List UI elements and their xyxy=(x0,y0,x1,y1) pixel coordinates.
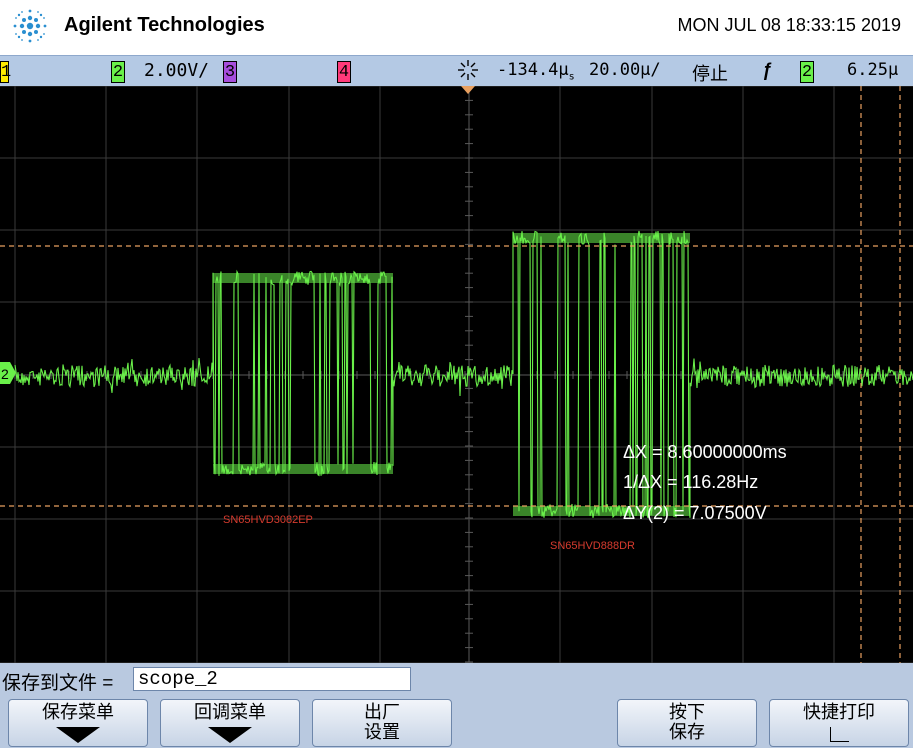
trigger-sun-icon xyxy=(456,59,480,86)
save-to-file-label: 保存到文件 = xyxy=(2,673,114,694)
timebase[interactable]: 20.00µ/ xyxy=(589,60,661,80)
channel-2-badge: 2 xyxy=(111,61,125,83)
channel-3-badge: 3 xyxy=(223,61,237,83)
brand-name: Agilent Technologies xyxy=(64,14,265,36)
filename-field[interactable]: scope_2 xyxy=(133,667,411,691)
delta-x-readout: ΔX = 8.60000000ms xyxy=(623,442,787,462)
burst-envelope xyxy=(213,273,393,283)
channel-2-trace xyxy=(14,230,913,519)
channel-4-badge: 4 xyxy=(337,61,351,83)
falling-edge-icon: ƒ xyxy=(762,60,773,80)
horizontal-delay[interactable]: -134.4µs xyxy=(497,60,575,82)
recall-menu-label: 回调菜单 xyxy=(194,702,266,722)
svg-text:2: 2 xyxy=(1,366,9,382)
save-menu-label: 保存菜单 xyxy=(42,702,114,722)
channel-2-scale[interactable]: 2.00V/ xyxy=(144,60,209,81)
press-to-save-label-line1: 按下 xyxy=(669,702,705,722)
channel-2-waveform xyxy=(14,230,913,519)
softkey-panel: 保存到文件 = scope_2 保存菜单 回调菜单 出厂 设置 按下 保存 快捷… xyxy=(0,663,913,748)
recall-menu-button[interactable]: 回调菜单 xyxy=(160,699,300,747)
run-state: 停止 xyxy=(692,64,728,84)
submenu-arrow-icon xyxy=(56,727,100,743)
annotation-label-1: SN65HVD3082EP xyxy=(223,514,313,526)
trigger-source-badge: 2 xyxy=(800,61,814,83)
channel-1-badge: 1 xyxy=(0,61,12,83)
trigger-source-indicator[interactable]: 2 xyxy=(800,60,814,83)
channel-2-indicator[interactable]: 2 xyxy=(111,60,125,83)
agilent-spark-icon xyxy=(13,9,47,43)
trigger-position-marker xyxy=(461,86,475,94)
burst-envelope xyxy=(213,464,393,474)
quick-print-button[interactable]: 快捷打印 xyxy=(769,699,909,747)
press-to-save-label-line2: 保存 xyxy=(669,722,705,742)
channel-status-bar: 1 2 2.00V/ 3 4 -134.4µs 20.00µ/ 停止 ƒ 2 6… xyxy=(0,55,913,88)
annotation-label-2: SN65HVD888DR xyxy=(550,540,635,552)
press-to-save-button[interactable]: 按下 保存 xyxy=(617,699,757,747)
save-menu-button[interactable]: 保存菜单 xyxy=(8,699,148,747)
channel-2-ground-marker: 2 xyxy=(0,362,16,384)
channel-4-indicator[interactable]: 4 xyxy=(337,60,351,83)
header: Agilent Technologies MON JUL 08 18:33:15… xyxy=(0,0,913,54)
save-to-file-row: 保存到文件 = scope_2 xyxy=(0,665,913,694)
checkbox-icon xyxy=(830,727,849,742)
factory-setup-button[interactable]: 出厂 设置 xyxy=(312,699,452,747)
channel-3-indicator[interactable]: 3 xyxy=(223,60,237,83)
date-time: MON JUL 08 18:33:15 2019 xyxy=(677,15,901,35)
factory-setup-label-line1: 出厂 xyxy=(364,702,400,722)
waveform-display[interactable]: 2 SN65HVD3082EP SN65HVD888DR ΔX = 8.6000… xyxy=(0,86,913,663)
factory-setup-label-line2: 设置 xyxy=(364,722,400,742)
trigger-level[interactable]: 6.25µ xyxy=(847,60,898,80)
channel-1-indicator[interactable]: 1 xyxy=(0,60,12,83)
burst-envelope xyxy=(513,233,690,243)
inverse-delta-x-readout: 1/ΔX = 116.28Hz xyxy=(623,472,758,492)
waveform-svg: 2 SN65HVD3082EP SN65HVD888DR ΔX = 8.6000… xyxy=(0,86,913,663)
delay-unit: s xyxy=(568,71,575,83)
quick-print-label: 快捷打印 xyxy=(803,702,875,722)
delay-value: -134.4µ xyxy=(497,60,569,80)
submenu-arrow-icon xyxy=(208,727,252,743)
timebase-value: 20.00µ/ xyxy=(589,60,661,80)
trigger-level-value: 6.25µ xyxy=(847,60,899,80)
delta-y-readout: ΔY(2) = 7.07500V xyxy=(623,503,767,523)
oscilloscope-window: Agilent Technologies MON JUL 08 18:33:15… xyxy=(0,0,913,748)
